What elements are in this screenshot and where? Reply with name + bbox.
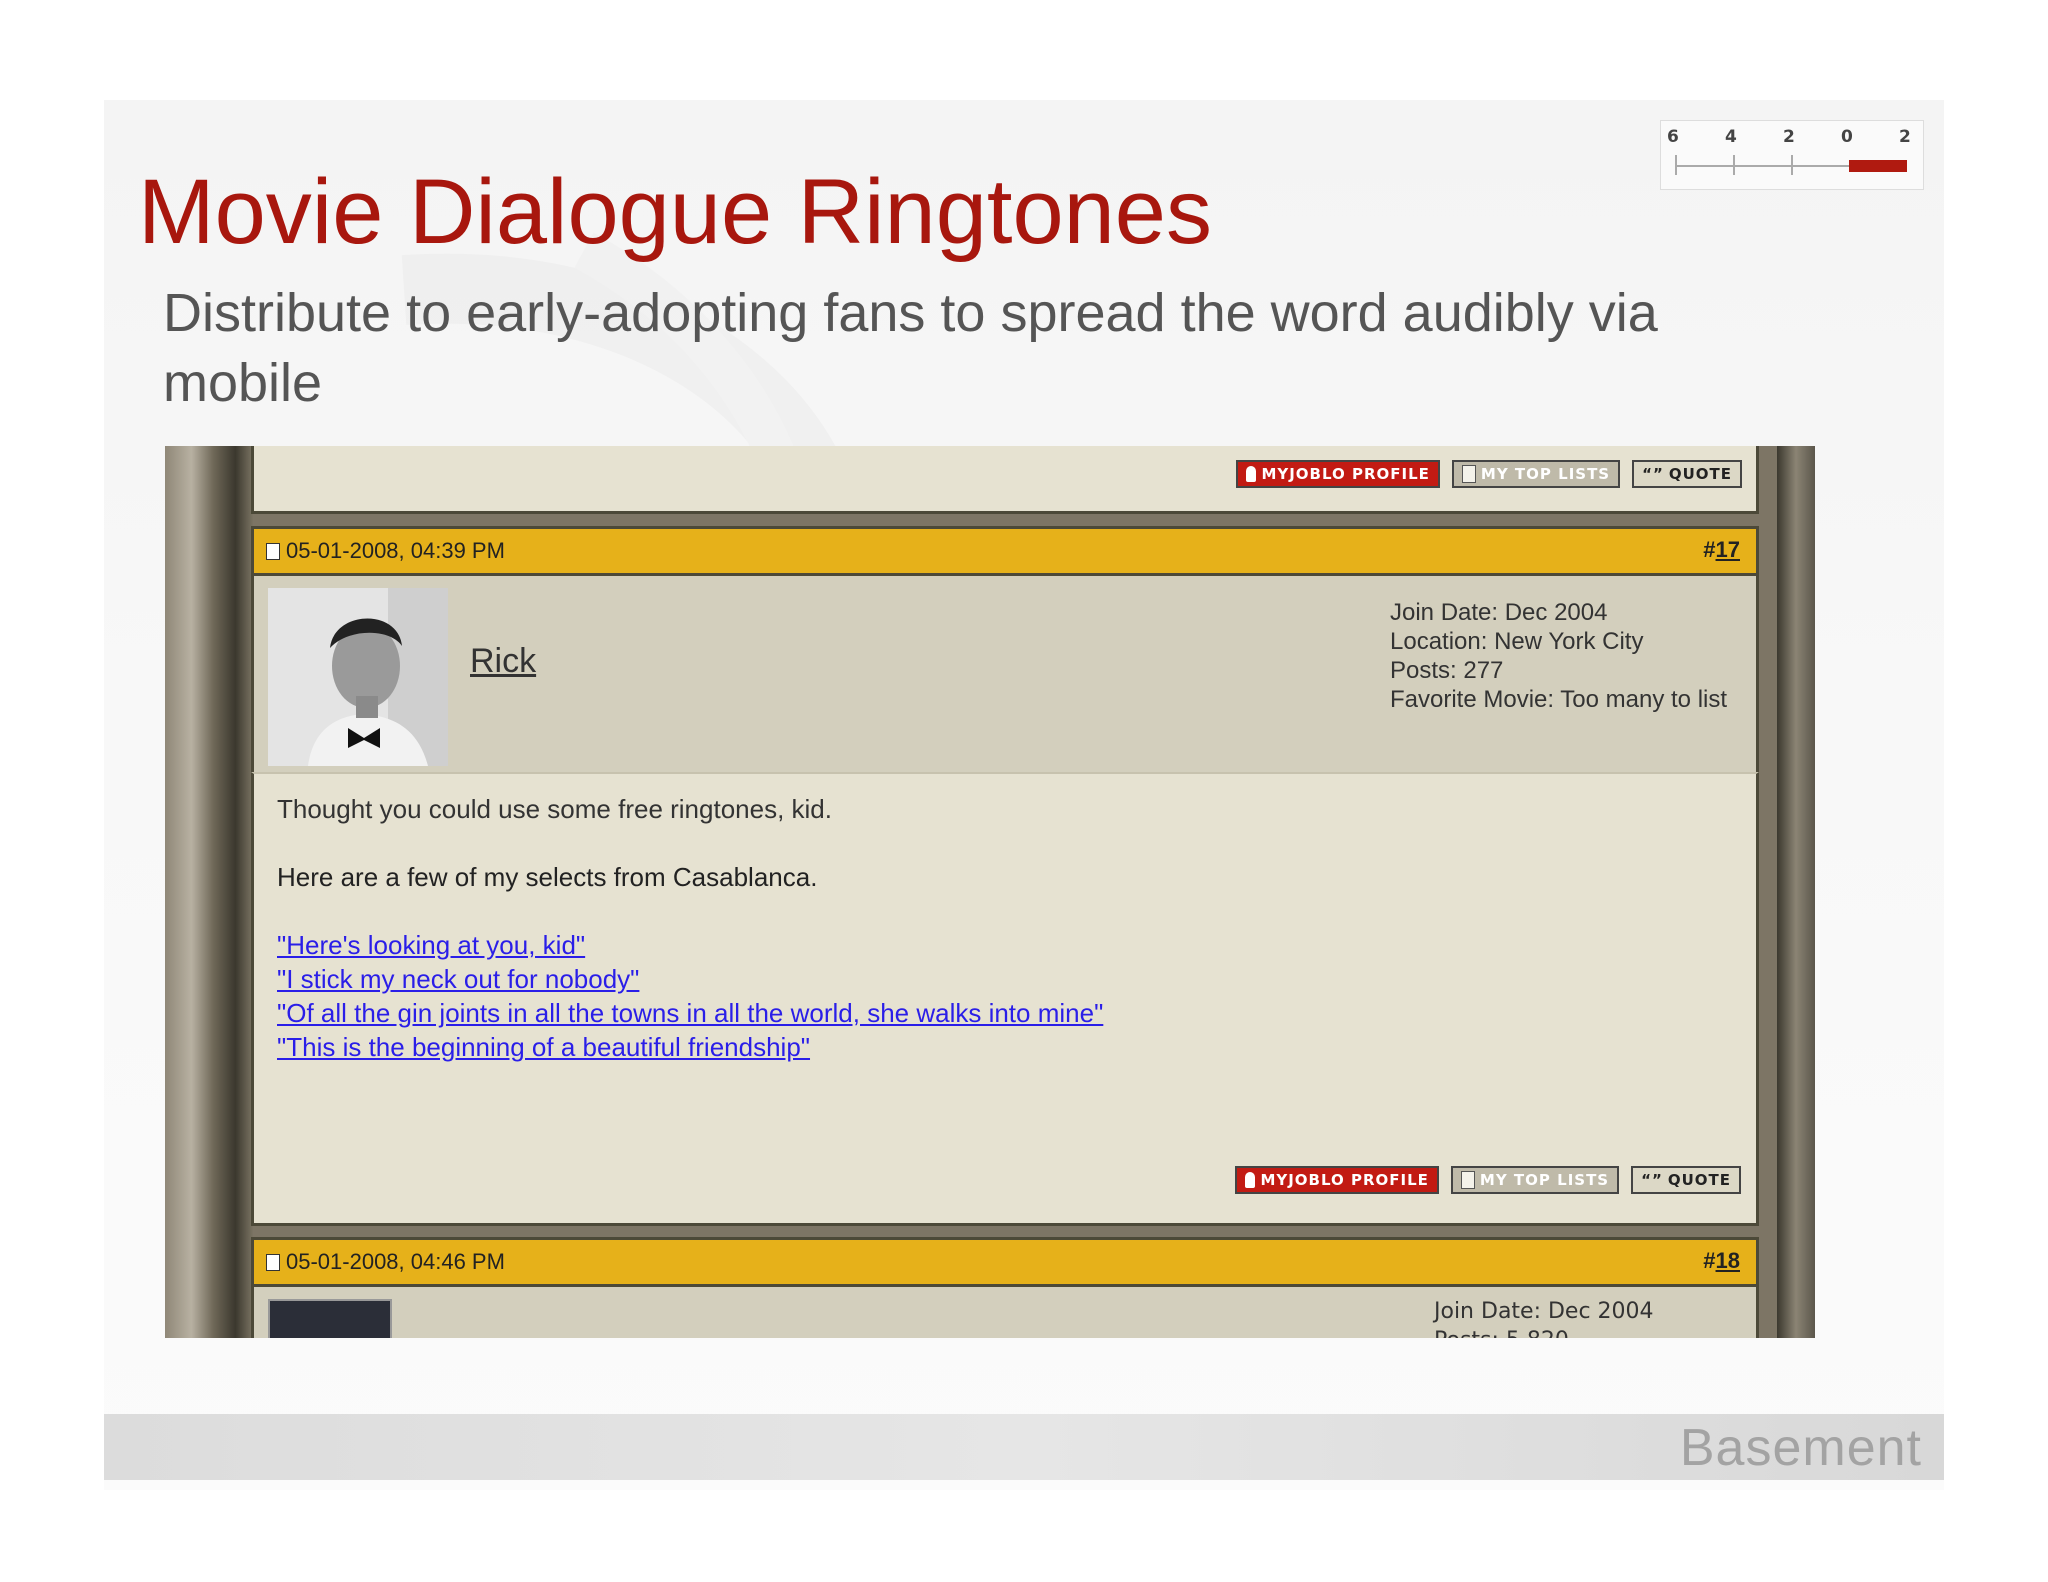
forum-screenshot: MYJOBLO PROFILE MY TOP LISTS “” QUOTE 05-…: [165, 446, 1815, 1338]
post-actions: MYJOBLO PROFILE MY TOP LISTS “” QUOTE: [1236, 460, 1742, 488]
post-body-line1: Thought you could use some free ringtone…: [277, 794, 832, 824]
quote-button[interactable]: “” QUOTE: [1631, 1166, 1741, 1194]
scale-marker: [1849, 160, 1907, 172]
person-icon: [1246, 466, 1257, 482]
page-icon: [1460, 1171, 1475, 1189]
post-date-text: 05-01-2008, 04:39 PM: [286, 538, 505, 563]
join-date: Join Date: Dec 2004: [1434, 1299, 1654, 1324]
slide-subtitle: Distribute to early-adopting fans to spr…: [163, 283, 1658, 413]
top-lists-button[interactable]: MY TOP LISTS: [1450, 1166, 1620, 1194]
post-header: 05-01-2008, 04:46 PM #18: [251, 1237, 1759, 1287]
brand-logo: Basement: [1679, 1419, 1922, 1477]
quote-label: QUOTE: [1668, 465, 1732, 483]
scale-label: 6: [1667, 127, 1679, 147]
post-body-line2: Here are a few of my selects from Casabl…: [277, 862, 818, 892]
username-link[interactable]: Rick: [470, 642, 536, 681]
post-number: #17: [1703, 537, 1740, 563]
profile-button-label: MYJOBLO PROFILE: [1261, 465, 1430, 483]
top-lists-label: MY TOP LISTS: [1479, 1171, 1610, 1189]
ringtone-link[interactable]: "Of all the gin joints in all the towns …: [277, 996, 1103, 1030]
profile-button-label: MYJOBLO PROFILE: [1260, 1171, 1429, 1189]
user-avatar: [268, 1299, 392, 1338]
quote-button[interactable]: “” QUOTE: [1632, 460, 1742, 488]
post-date-text: 05-01-2008, 04:46 PM: [286, 1249, 505, 1274]
left-rail: [165, 446, 253, 1338]
post-number-link[interactable]: 18: [1716, 1248, 1740, 1273]
user-stats: Join Date: Dec 2004 Location: New York C…: [1390, 598, 1727, 714]
post-number-prefix: #: [1703, 1248, 1716, 1273]
ringtone-link[interactable]: "I stick my neck out for nobody": [277, 962, 1103, 996]
quote-icon: “”: [1641, 1171, 1663, 1189]
previous-post-footer: MYJOBLO PROFILE MY TOP LISTS “” QUOTE: [251, 446, 1759, 514]
footer-band: [104, 1414, 1944, 1480]
post-number: #18: [1703, 1248, 1740, 1274]
top-lists-label: MY TOP LISTS: [1480, 465, 1611, 483]
post-actions: MYJOBLO PROFILE MY TOP LISTS “” QUOTE: [1235, 1166, 1741, 1194]
post-number-prefix: #: [1703, 537, 1716, 562]
scale-label: 0: [1841, 127, 1853, 147]
post-header: 05-01-2008, 04:39 PM #17: [251, 526, 1759, 576]
scale-label: 2: [1783, 127, 1795, 147]
person-icon: [1245, 1172, 1256, 1188]
scale-label: 2: [1899, 127, 1911, 147]
top-lists-button[interactable]: MY TOP LISTS: [1451, 460, 1621, 488]
post-date: 05-01-2008, 04:39 PM: [266, 538, 505, 564]
ringtone-link[interactable]: "This is the beginning of a beautiful fr…: [277, 1030, 1103, 1064]
favorite-movie: Favorite Movie: Too many to list: [1390, 686, 1728, 713]
post-count: Posts: 5,820: [1434, 1326, 1654, 1338]
post-icon: [266, 1253, 280, 1271]
quote-label: QUOTE: [1667, 1171, 1731, 1189]
post-date: 05-01-2008, 04:46 PM: [266, 1249, 505, 1275]
quote-icon: “”: [1642, 465, 1664, 483]
scale-tick: [1733, 155, 1735, 175]
post-icon: [266, 542, 280, 560]
join-date: Join Date: Dec 2004: [1390, 599, 1608, 626]
user-info: Rick Join Date: Dec 2004 Location: New Y…: [251, 576, 1759, 772]
location: Location: New York City: [1390, 628, 1644, 655]
page-icon: [1461, 465, 1476, 483]
scale-tick: [1791, 155, 1793, 175]
profile-button[interactable]: MYJOBLO PROFILE: [1235, 1166, 1439, 1194]
user-avatar: [268, 588, 448, 766]
user-info: Join Date: Dec 2004 Posts: 5,820: [251, 1287, 1759, 1338]
ringtone-link[interactable]: "Here's looking at you, kid": [277, 928, 1103, 962]
scale-tick: [1675, 155, 1677, 175]
post-number-link[interactable]: 17: [1716, 537, 1740, 562]
slide-title: Movie Dialogue Ringtones: [138, 161, 1212, 263]
right-rail: [1777, 446, 1815, 1338]
rating-scale: 6 4 2 0 2: [1660, 120, 1924, 190]
post-count: Posts: 277: [1390, 657, 1504, 684]
ringtone-links: "Here's looking at you, kid" "I stick my…: [277, 928, 1103, 1064]
scale-label: 4: [1725, 127, 1737, 147]
profile-button[interactable]: MYJOBLO PROFILE: [1236, 460, 1440, 488]
user-stats: Join Date: Dec 2004 Posts: 5,820: [1434, 1297, 1654, 1338]
